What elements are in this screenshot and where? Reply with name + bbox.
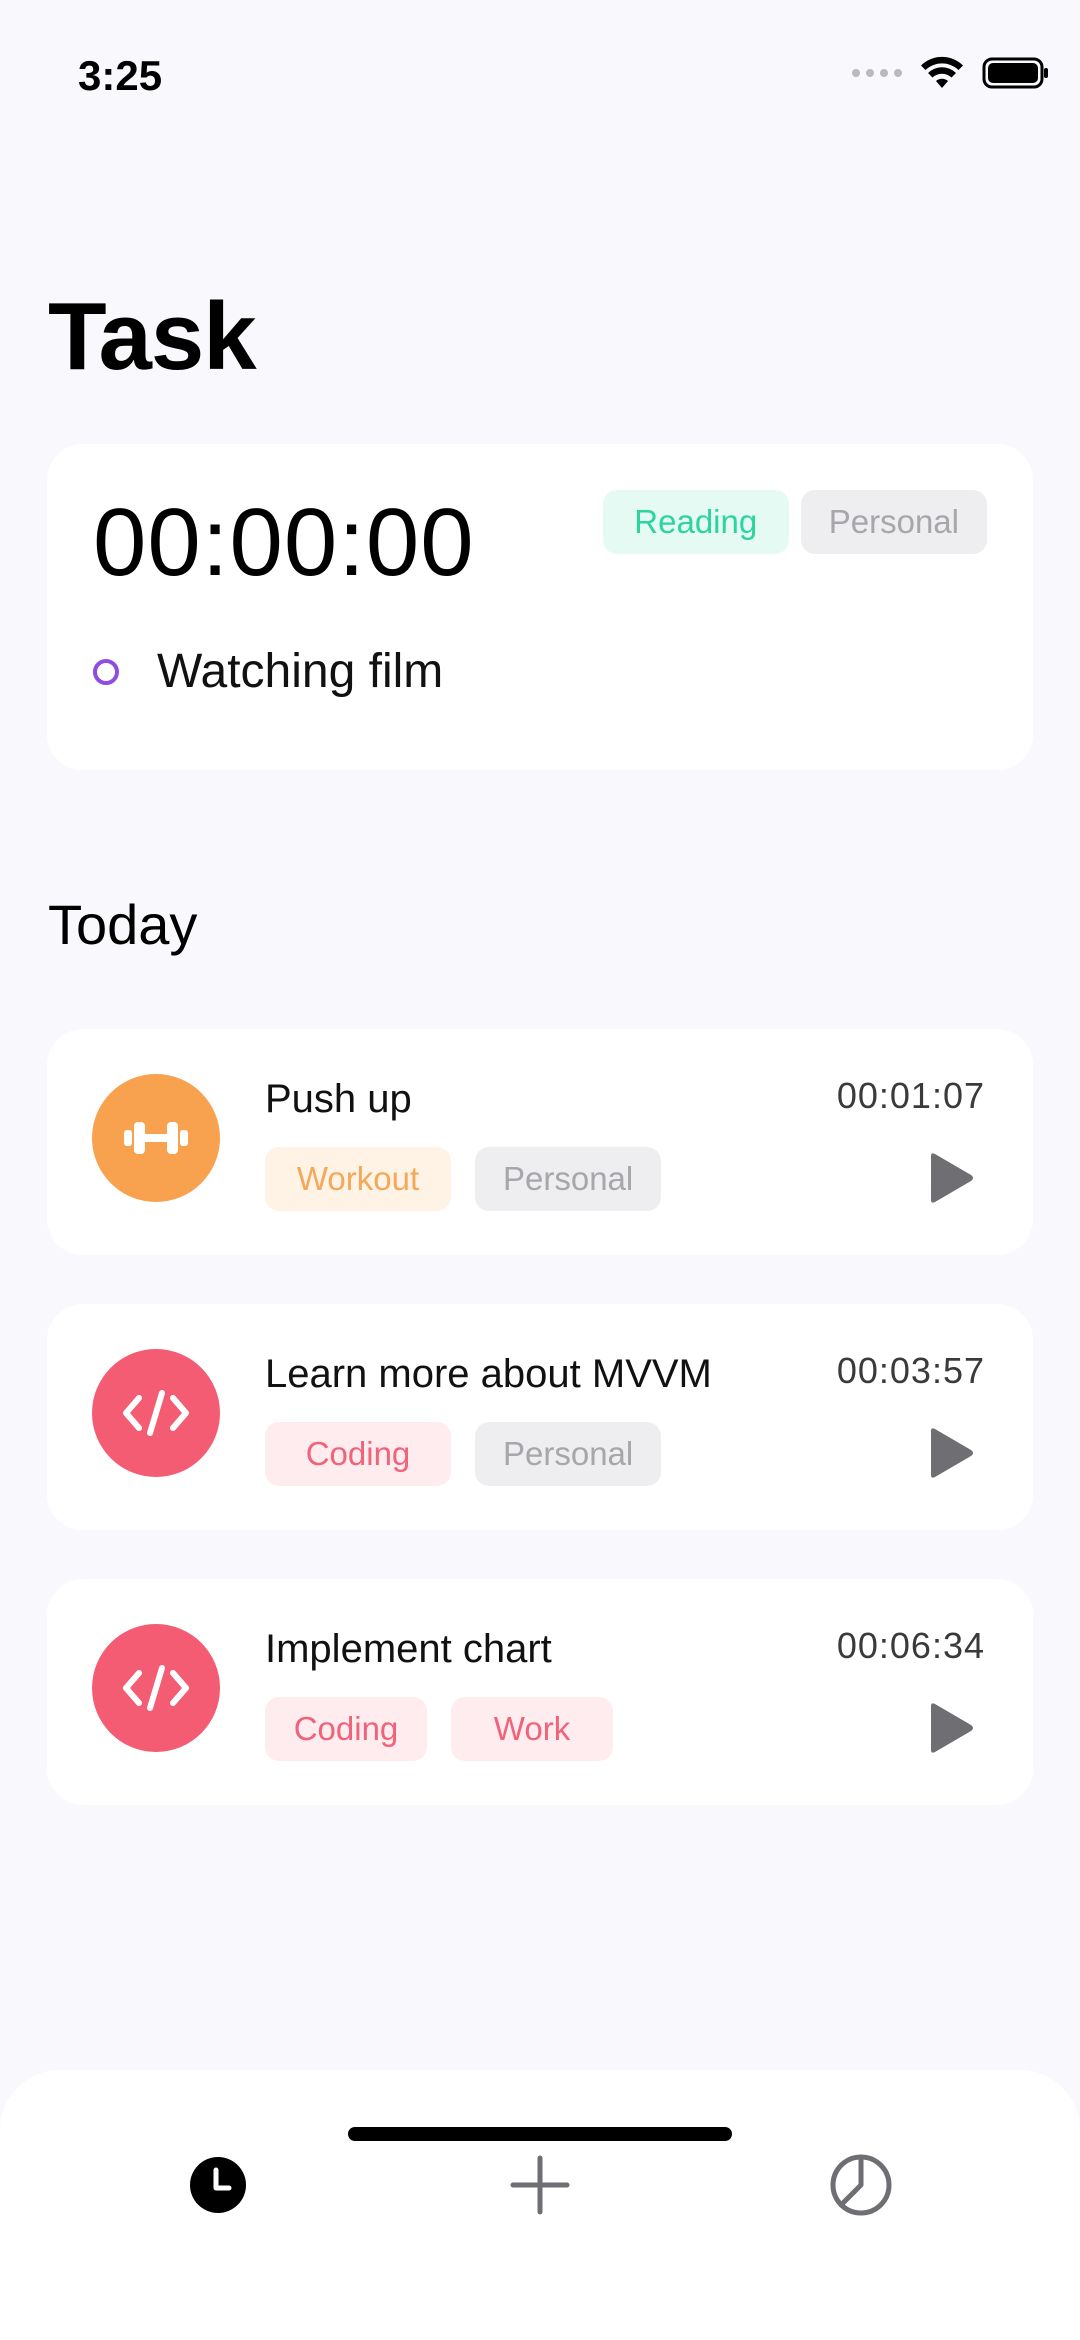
current-task-row: Watching film: [93, 644, 443, 699]
current-task-name: Watching film: [157, 645, 444, 698]
wifi-icon: [921, 56, 963, 88]
tab-statistics[interactable]: [826, 2150, 896, 2220]
task-title: Learn more about MVVM: [265, 1352, 712, 1396]
dumbbell-icon: [92, 1074, 220, 1202]
code-icon: [92, 1349, 220, 1477]
status-bar: 3:25: [0, 0, 1080, 150]
task-status-radio-icon[interactable]: [93, 658, 119, 685]
task-title: Push up: [265, 1077, 412, 1121]
play-icon[interactable]: [925, 1151, 975, 1205]
cellular-signal-icon: [852, 69, 902, 77]
tab-add[interactable]: [505, 2150, 575, 2220]
task-tags: Coding Work: [265, 1697, 613, 1761]
plus-icon: [510, 2155, 570, 2215]
tag-personal: Personal: [800, 490, 987, 554]
tag-coding: Coding: [265, 1422, 451, 1486]
task-card[interactable]: Learn more about MVVM Coding Personal 00…: [47, 1304, 1033, 1530]
task-card[interactable]: Implement chart Coding Work 00:06:34: [47, 1579, 1033, 1805]
home-indicator: [348, 2127, 732, 2141]
tab-timer[interactable]: [183, 2150, 253, 2220]
timer-display: 00:00:00: [93, 489, 475, 596]
task-card[interactable]: Push up Workout Personal 00:01:07: [47, 1029, 1033, 1255]
timer-tags: Reading Personal: [602, 490, 987, 554]
play-icon[interactable]: [925, 1426, 975, 1480]
pie-chart-icon: [830, 2154, 892, 2216]
task-duration: 00:03:57: [836, 1350, 985, 1391]
task-title: Implement chart: [265, 1627, 552, 1671]
status-icons: [852, 56, 1050, 90]
task-tags: Coding Personal: [265, 1422, 662, 1486]
page-title: Task: [48, 283, 257, 390]
current-timer-card[interactable]: 00:00:00 Reading Personal Watching film: [47, 444, 1033, 770]
battery-icon: [982, 57, 1048, 89]
tag-personal: Personal: [475, 1422, 662, 1486]
task-tags: Workout Personal: [265, 1147, 662, 1211]
tag-coding: Coding: [265, 1697, 427, 1761]
play-icon[interactable]: [925, 1701, 975, 1755]
tag-reading: Reading: [602, 490, 789, 554]
task-duration: 00:01:07: [836, 1075, 985, 1116]
tag-personal: Personal: [475, 1147, 662, 1211]
section-heading-today: Today: [48, 893, 198, 956]
task-duration: 00:06:34: [836, 1625, 985, 1666]
tag-work: Work: [451, 1697, 613, 1761]
status-time: 3:25: [78, 52, 163, 99]
code-icon: [92, 1624, 220, 1752]
clock-icon: [190, 2157, 246, 2213]
tag-workout: Workout: [265, 1147, 451, 1211]
tab-bar: [0, 2070, 1080, 2340]
